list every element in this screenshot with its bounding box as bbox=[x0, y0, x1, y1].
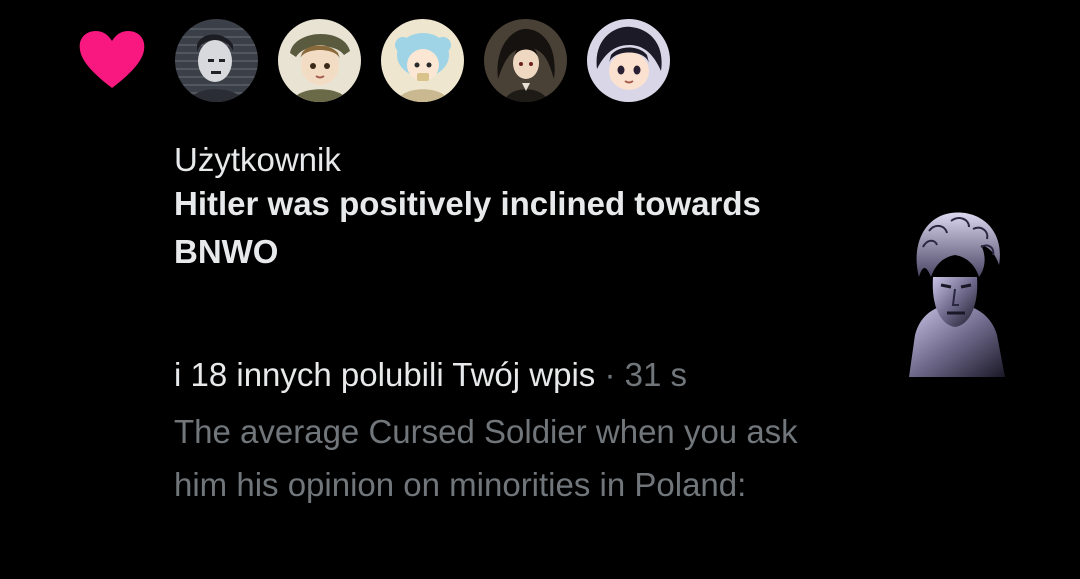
liker-avatars bbox=[175, 19, 670, 102]
avatar-4[interactable] bbox=[484, 19, 567, 102]
avatar-3[interactable] bbox=[381, 19, 464, 102]
liker-post-title: Hitler was positively inclined towards B… bbox=[174, 185, 761, 270]
separator-dot: · bbox=[604, 356, 616, 393]
like-notification[interactable]: Użytkownik Hitler was positively incline… bbox=[0, 0, 1080, 579]
like-summary: i 18 innych polubili Twój wpis · 31 s bbox=[174, 352, 687, 398]
avatar-1[interactable] bbox=[175, 19, 258, 102]
statue-bust-image[interactable] bbox=[889, 207, 1021, 377]
username[interactable]: Użytkownik bbox=[174, 140, 854, 180]
like-summary-text: i 18 innych polubili Twój wpis bbox=[174, 356, 596, 393]
avatar-2[interactable] bbox=[278, 19, 361, 102]
liked-tweet-text[interactable]: The average Cursed Soldier when you ask … bbox=[174, 405, 814, 511]
timestamp: 31 s bbox=[624, 356, 688, 393]
avatar-5[interactable] bbox=[587, 19, 670, 102]
heart-icon bbox=[79, 31, 145, 88]
first-liker-info: Użytkownik Hitler was positively incline… bbox=[174, 140, 854, 276]
